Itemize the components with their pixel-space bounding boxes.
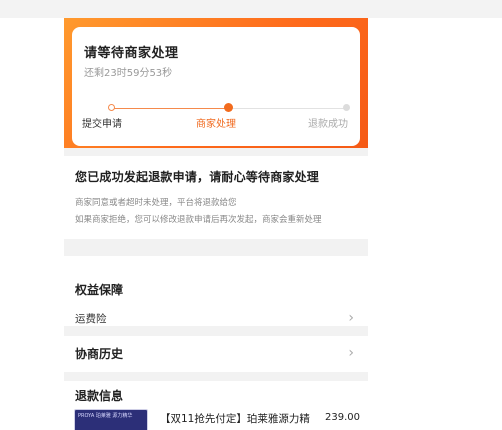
step-dot-merchant — [224, 103, 233, 112]
progress-line-pending — [229, 108, 346, 109]
page-top-strip — [0, 0, 502, 18]
status-title: 请等待商家处理 — [84, 46, 179, 61]
progress-track — [84, 103, 350, 115]
notice-line-1: 商家同意或者超时未处理，平台将退款给您 — [75, 198, 237, 208]
rights-section: 权益保障 运费险 › — [64, 256, 368, 326]
progress-steps: 提交申请 商家处理 退款成功 — [72, 115, 360, 130]
thumbnail-caption: PROYA 珀莱雅 源力精华 — [78, 413, 133, 419]
product-price: 239.00 — [325, 412, 360, 423]
shipping-insurance-row[interactable]: 运费险 › — [64, 308, 368, 330]
step-label-submit: 提交申请 — [82, 119, 122, 130]
notice-title: 您已成功发起退款申请，请耐心等待商家处理 — [75, 170, 320, 184]
step-label-refund-success: 退款成功 — [308, 119, 348, 130]
refund-detail-screen: 请等待商家处理 还剩23时59分53秒 提交申请 商家处理 退款成功 您已成功发… — [64, 18, 368, 430]
refund-info-section: 退款信息 PROYA 珀莱雅 源力精华 【双11抢先付定】珀莱雅源力精 239.… — [64, 381, 368, 430]
shipping-insurance-label: 运费险 — [75, 313, 107, 325]
refund-notice: 您已成功发起退款申请，请耐心等待商家处理 商家同意或者超时未处理，平台将退款给您… — [64, 156, 368, 239]
negotiation-history-row[interactable]: 协商历史 › — [64, 336, 368, 372]
product-thumbnail[interactable]: PROYA 珀莱雅 源力精华 — [74, 409, 148, 430]
notice-line-2: 如果商家拒绝，您可以修改退款申请后再次发起，商家会重新处理 — [75, 215, 322, 225]
status-header: 请等待商家处理 还剩23时59分53秒 提交申请 商家处理 退款成功 — [64, 18, 368, 148]
step-dot-refunded — [343, 104, 350, 111]
refund-info-title: 退款信息 — [75, 389, 124, 403]
progress-line-done — [111, 108, 228, 109]
chevron-right-icon: › — [348, 310, 354, 326]
product-name[interactable]: 【双11抢先付定】珀莱雅源力精 — [160, 411, 310, 426]
rights-title: 权益保障 — [75, 283, 124, 297]
step-dot-submitted — [108, 104, 115, 111]
step-label-merchant: 商家处理 — [196, 119, 236, 130]
countdown-timer: 还剩23时59分53秒 — [84, 68, 173, 79]
chevron-right-icon: › — [348, 345, 354, 361]
history-title: 协商历史 — [75, 347, 124, 361]
